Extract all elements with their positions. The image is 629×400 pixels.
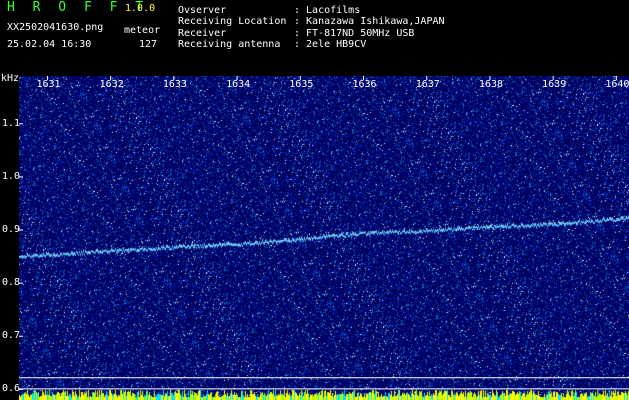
x-tick-label: 1640 — [605, 79, 629, 90]
location-label: Receiving Location — [178, 16, 287, 27]
x-tick-label: 1631 — [36, 79, 61, 90]
image-filename: XX2502041630.png — [7, 22, 104, 33]
x-tick-label: 1638 — [478, 79, 504, 90]
antenna-value: : 2ele HB9CV — [294, 39, 367, 50]
x-tick-label: 1634 — [226, 79, 251, 90]
header-panel: H R O F F T 1.0.0 XX2502041630.png meteo… — [0, 0, 629, 76]
antenna-label: Receiving antenna — [178, 39, 281, 50]
x-tick-label: 1637 — [415, 79, 440, 90]
x-tick-label: 1639 — [542, 79, 567, 90]
observer-value: : Lacofilms — [294, 5, 361, 16]
receiver-value: : FT-817ND 50MHz USB — [294, 28, 415, 39]
x-tick-label: 1635 — [289, 79, 314, 90]
meteor-count-label: meteor — [124, 25, 161, 36]
x-tick-label: 1633 — [162, 79, 187, 90]
hrofft-window: H R O F F T 1.0.0 XX2502041630.png meteo… — [0, 0, 629, 400]
spectrogram-plot — [19, 76, 629, 400]
observer-label: Ovserver — [178, 5, 227, 16]
location-value: : Kanazawa Ishikawa,JAPAN — [294, 16, 445, 27]
y-tick-label: 1.1 — [2, 117, 21, 129]
y-tick-label: 0.8 — [2, 277, 21, 289]
meteor-count-value: 127 — [139, 39, 158, 50]
spectrogram-overlay — [19, 76, 629, 390]
observation-datetime: 25.02.04 16:30 — [7, 39, 92, 50]
y-axis-unit-label: kHz — [1, 73, 20, 84]
y-tick-label: 0.9 — [2, 224, 21, 236]
app-version: 1.0.0 — [125, 3, 156, 14]
y-tick-label: 1.0 — [2, 170, 21, 182]
x-tick-label: 1632 — [99, 79, 124, 90]
y-tick-label: 0.6 — [2, 383, 21, 395]
x-tick-label: 1636 — [352, 79, 377, 90]
receiver-label: Receiver — [178, 28, 227, 39]
y-tick-label: 0.7 — [2, 330, 21, 342]
